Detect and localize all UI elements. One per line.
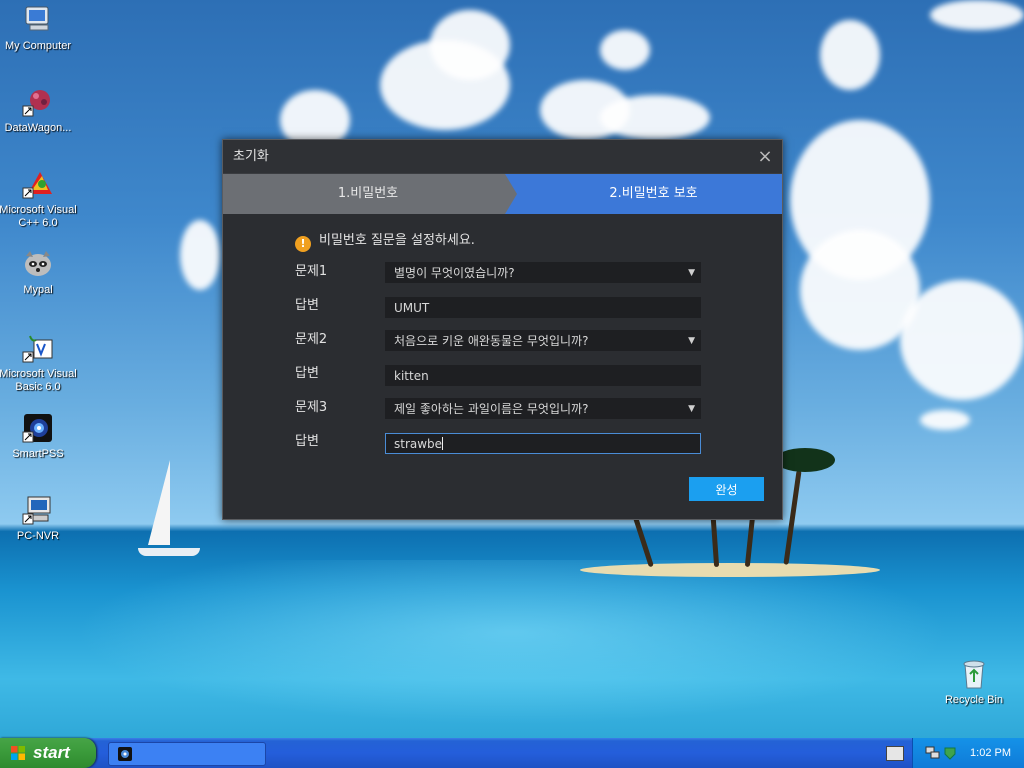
- dialog-title: 초기화: [233, 149, 269, 164]
- close-icon[interactable]: ×: [756, 140, 774, 173]
- sailboat-sail: [148, 460, 170, 545]
- datawagon-icon: [22, 86, 54, 118]
- recycle-bin-icon: [958, 658, 990, 690]
- chevron-down-icon: ▼: [688, 336, 695, 346]
- notice: ! 비밀번호 질문을 설정하세요.: [295, 232, 475, 252]
- start-button[interactable]: start: [0, 738, 96, 768]
- sea-highlight: [0, 560, 1024, 738]
- answer3-label: 답변: [295, 434, 319, 449]
- network-icon[interactable]: [925, 746, 941, 760]
- start-label: start: [33, 743, 70, 762]
- question3-value: 제일 좋아하는 과일이름은 무엇입니까?: [394, 402, 589, 416]
- clock: 1:02 PM: [970, 747, 1011, 759]
- question3-label: 문제3: [295, 400, 328, 415]
- step-password: 1.비밀번호: [223, 174, 513, 214]
- question2-value: 처음으로 키운 애완동물은 무엇입니까?: [394, 334, 589, 348]
- chevron-down-icon: ▼: [688, 404, 695, 414]
- question2-label: 문제2: [295, 332, 328, 347]
- init-dialog: 초기화 × 1.비밀번호 2.비밀번호 보호 ! 비밀번호 질문을 설정하세요. …: [222, 139, 783, 520]
- cloud: [930, 0, 1024, 30]
- desktop-icon-mypal[interactable]: Mypal: [0, 248, 78, 297]
- step-indicator: 1.비밀번호 2.비밀번호 보호: [223, 174, 782, 214]
- desktop-icon-label: Microsoft Visual Basic 6.0: [0, 368, 77, 393]
- system-tray: 1:02 PM: [912, 738, 1024, 768]
- desktop-icon-label: DataWagon...: [4, 122, 72, 134]
- answer3-value: strawbe: [394, 437, 443, 451]
- smartpss-icon: [118, 747, 132, 761]
- question1-select[interactable]: 별명이 무엇이였습니까? ▼: [385, 262, 701, 283]
- answer2-input[interactable]: kitten: [385, 365, 701, 386]
- cloud: [900, 280, 1024, 400]
- keyboard-icon[interactable]: [886, 746, 904, 761]
- palm-trunk: [783, 470, 802, 565]
- visual-cpp-icon: [22, 168, 54, 200]
- answer2-value: kitten: [394, 369, 429, 383]
- desktop-icon-pc-nvr[interactable]: PC-NVR: [0, 494, 78, 543]
- security-icon[interactable]: [943, 746, 957, 760]
- palm-leaves: [775, 448, 835, 472]
- question1-value: 별명이 무엇이였습니까?: [394, 266, 515, 280]
- windows-flag-icon: [11, 746, 25, 760]
- desktop-icon-recycle-bin[interactable]: Recycle Bin: [934, 658, 1014, 707]
- desktop-icon-my-computer[interactable]: My Computer: [0, 4, 78, 53]
- answer1-value: UMUT: [394, 301, 430, 315]
- step-password-protection: 2.비밀번호 보호: [505, 174, 782, 214]
- answer1-label: 답변: [295, 298, 319, 313]
- answer3-input[interactable]: strawbe: [385, 433, 701, 454]
- desktop-icon-visual-cpp[interactable]: Microsoft Visual C++ 6.0: [0, 168, 78, 230]
- cloud: [600, 30, 650, 70]
- desktop-icon-label: PC-NVR: [16, 530, 60, 542]
- done-button[interactable]: 완성: [689, 477, 764, 501]
- cloud: [920, 410, 970, 430]
- pc-nvr-icon: [22, 494, 54, 526]
- desktop-icon-datawagon[interactable]: DataWagon...: [0, 86, 78, 135]
- island: [580, 563, 880, 577]
- cloud: [430, 10, 510, 80]
- cloud: [180, 220, 220, 290]
- taskbar-item-smartpss[interactable]: [108, 742, 266, 766]
- desktop-icon-label: My Computer: [4, 40, 72, 52]
- question3-select[interactable]: 제일 좋아하는 과일이름은 무엇입니까? ▼: [385, 398, 701, 419]
- computer-icon: [22, 4, 54, 36]
- visual-basic-icon: [22, 332, 54, 364]
- desktop-icon-label: Recycle Bin: [944, 694, 1004, 706]
- warning-icon: !: [295, 236, 311, 252]
- question2-select[interactable]: 처음으로 키운 애완동물은 무엇입니까? ▼: [385, 330, 701, 351]
- raccoon-icon: [22, 248, 54, 280]
- dialog-titlebar[interactable]: 초기화 ×: [223, 140, 782, 174]
- answer2-label: 답변: [295, 366, 319, 381]
- taskbar: start 1:02 PM: [0, 738, 1024, 768]
- question1-label: 문제1: [295, 264, 328, 279]
- desktop-icon-label: SmartPSS: [12, 448, 64, 460]
- smartpss-icon: [22, 412, 54, 444]
- desktop-icon-smartpss[interactable]: SmartPSS: [0, 412, 78, 461]
- sailboat-hull: [138, 548, 200, 556]
- cloud: [600, 95, 710, 140]
- desktop-icon-label: Microsoft Visual C++ 6.0: [0, 204, 77, 229]
- text-cursor: [442, 437, 444, 450]
- desktop-icon-visual-basic[interactable]: Microsoft Visual Basic 6.0: [0, 332, 78, 394]
- answer1-input[interactable]: UMUT: [385, 297, 701, 318]
- notice-text: 비밀번호 질문을 설정하세요.: [319, 233, 475, 248]
- step-arrow: [505, 174, 517, 214]
- chevron-down-icon: ▼: [688, 268, 695, 278]
- cloud: [820, 20, 880, 90]
- desktop-icon-label: Mypal: [23, 284, 53, 296]
